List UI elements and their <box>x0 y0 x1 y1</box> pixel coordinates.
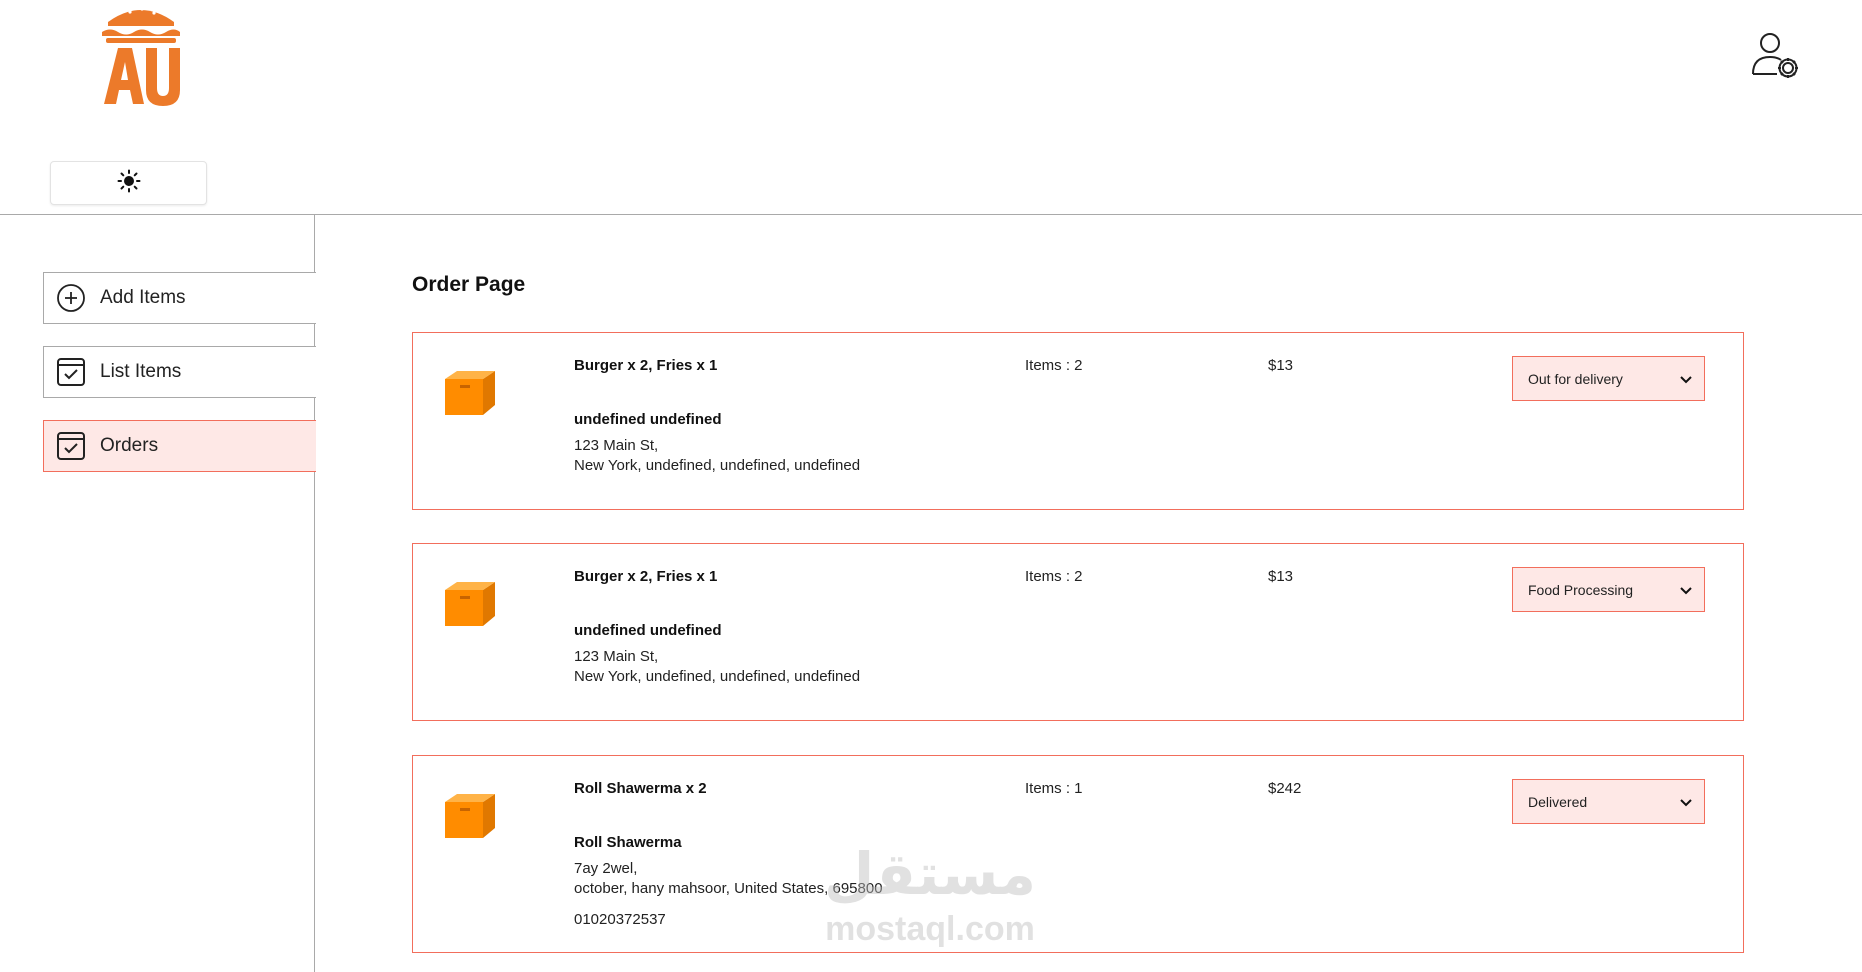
sidebar-item-label: List Items <box>100 361 182 382</box>
order-amount: $13 <box>1268 568 1294 585</box>
order-amount: $242 <box>1268 780 1302 797</box>
theme-toggle-button[interactable] <box>50 161 207 205</box>
customer-name: undefined undefined <box>574 622 722 639</box>
chevron-down-icon <box>1680 794 1692 810</box>
calendar-check-icon <box>55 430 87 462</box>
customer-name: Roll Shawerma <box>574 834 682 851</box>
brand-logo[interactable]: AU <box>96 0 186 110</box>
parcel-box-icon <box>441 361 497 417</box>
status-select[interactable]: Out for delivery <box>1512 356 1705 401</box>
order-card: Burger x 2, Fries x 1 undefined undefine… <box>412 543 1744 721</box>
order-items: Burger x 2, Fries x 1 <box>574 357 718 374</box>
order-items: Burger x 2, Fries x 1 <box>574 568 718 585</box>
status-value: Food Processing <box>1528 581 1634 598</box>
order-card: Burger x 2, Fries x 1 undefined undefine… <box>412 332 1744 510</box>
address-line: New York, undefined, undefined, undefine… <box>574 668 861 685</box>
order-card: Roll Shawerma x 2 Roll Shawerma 7ay 2wel… <box>412 755 1744 953</box>
address-line: october, hany mahsoor, United States, 69… <box>574 880 883 897</box>
top-header: AU <box>0 0 1862 215</box>
user-settings-icon[interactable] <box>1750 30 1802 82</box>
chevron-down-icon <box>1680 371 1692 387</box>
order-items: Roll Shawerma x 2 <box>574 780 707 797</box>
chevron-down-icon <box>1680 582 1692 598</box>
address-line: 7ay 2wel, <box>574 860 638 877</box>
status-value: Delivered <box>1528 793 1588 810</box>
sun-icon <box>117 169 141 198</box>
sidebar-item-label: Add Items <box>100 287 186 308</box>
customer-name: undefined undefined <box>574 411 722 428</box>
address-line: 123 Main St, <box>574 648 659 665</box>
customer-phone: 01020372537 <box>574 911 666 928</box>
calendar-check-icon <box>55 356 87 388</box>
address-line: 123 Main St, <box>574 437 659 454</box>
sidebar-item-label: Orders <box>100 435 159 456</box>
parcel-box-icon <box>441 572 497 628</box>
item-count: Items : 2 <box>1025 568 1083 585</box>
status-select[interactable]: Delivered <box>1512 779 1705 824</box>
item-count: Items : 1 <box>1025 780 1083 797</box>
sidebar-item-add-items[interactable]: Add Items <box>43 272 316 324</box>
status-select[interactable]: Food Processing <box>1512 567 1705 612</box>
sidebar-item-orders[interactable]: Orders <box>43 420 316 472</box>
sidebar-item-list-items[interactable]: List Items <box>43 346 316 398</box>
address-line: New York, undefined, undefined, undefine… <box>574 457 861 474</box>
status-value: Out for delivery <box>1528 370 1623 387</box>
item-count: Items : 2 <box>1025 357 1083 374</box>
page-title: Order Page <box>412 273 526 296</box>
sidebar: Add Items List Items Orders <box>0 215 316 972</box>
plus-circle-icon <box>55 282 87 314</box>
parcel-box-icon <box>441 784 497 840</box>
order-amount: $13 <box>1268 357 1294 374</box>
